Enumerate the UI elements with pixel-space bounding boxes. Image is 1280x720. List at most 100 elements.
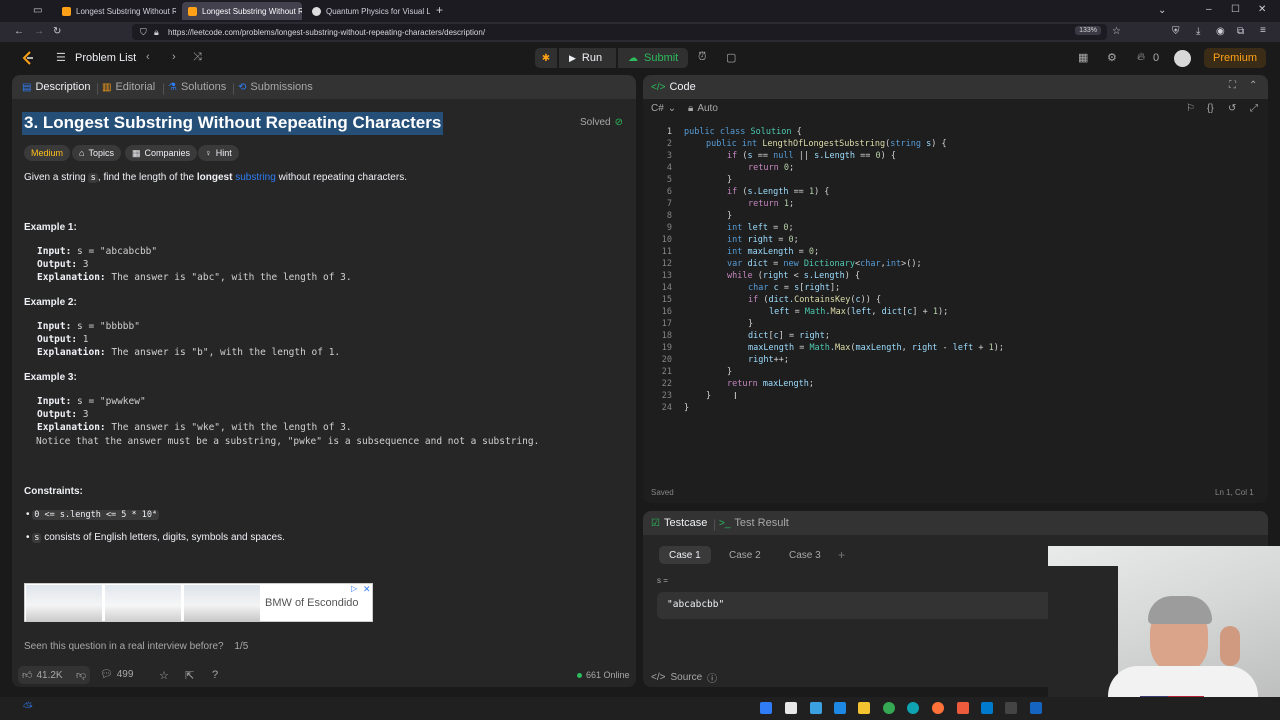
task-view-icon[interactable] (785, 702, 797, 714)
timer-icon[interactable]: ⏰︎ (698, 51, 707, 64)
app-icon[interactable] (957, 702, 969, 714)
download-icon[interactable]: ⤓ (1196, 27, 1200, 37)
example-output: Output: 3 (37, 259, 89, 270)
advertisement-banner[interactable]: BMW of Escondido ▷ ✕ (24, 583, 373, 622)
avatar[interactable] (1174, 50, 1191, 67)
maximize-panel-icon[interactable]: ⛶ (1229, 80, 1236, 91)
example-output: Output: 1 (37, 334, 89, 345)
vscode-icon[interactable] (981, 702, 993, 714)
minimize-icon[interactable]: – (1206, 5, 1212, 15)
code-line: } (748, 319, 754, 329)
menu-icon[interactable]: ≡ (1260, 26, 1266, 36)
bullet: • (26, 509, 30, 520)
account-icon[interactable]: ◉ (1216, 27, 1225, 37)
tab-description[interactable]: ▤ Description (22, 81, 90, 93)
new-tab-icon[interactable]: + (436, 4, 443, 16)
case-3-tab[interactable]: Case 3 (779, 546, 831, 564)
source-link[interactable]: </> Source ⓘ (651, 670, 717, 685)
pocket-icon[interactable]: ⛨ (1172, 27, 1180, 37)
file-explorer-icon[interactable] (858, 702, 870, 714)
app-icon[interactable] (1030, 702, 1042, 714)
tag-label: Hint (215, 148, 232, 158)
edge-icon[interactable] (907, 702, 919, 714)
bookmark-icon[interactable]: ⚐ (1186, 103, 1195, 114)
value: 3 (77, 409, 89, 420)
tab-editorial[interactable]: ▥ Editorial (102, 81, 155, 93)
language-select[interactable]: C# ⌄ (651, 103, 676, 114)
favorite-star-icon[interactable]: ☆ (159, 669, 169, 682)
next-problem-icon[interactable]: › (172, 51, 176, 63)
substring-link[interactable]: substring (235, 172, 276, 183)
store-icon[interactable] (810, 702, 822, 714)
app-icon[interactable] (1005, 702, 1017, 714)
tab-overview-icon[interactable]: ▭ (33, 6, 42, 16)
chrome-icon[interactable] (883, 702, 895, 714)
line-number: 22 (661, 379, 672, 389)
format-code-icon[interactable]: {} (1207, 103, 1214, 114)
submit-button[interactable]: ☁ Submit (618, 48, 688, 68)
debug-button[interactable]: ✱ (535, 48, 557, 68)
case-2-tab[interactable]: Case 2 (719, 546, 771, 564)
close-ad-icon[interactable]: ✕ (363, 584, 371, 595)
car-image (26, 585, 102, 622)
maximize-icon[interactable]: ☐ (1231, 5, 1240, 15)
forward-icon[interactable]: → (34, 27, 44, 37)
value: The answer is "wke", with the length of … (105, 422, 352, 433)
help-icon[interactable]: ? (212, 669, 218, 681)
firefox-icon[interactable] (932, 702, 944, 714)
comments-button[interactable]: 💬︎ 499 (100, 669, 133, 680)
difficulty-badge[interactable]: Medium (24, 145, 71, 161)
browser-tab-1[interactable]: Longest Substring Without Rep ✕ (56, 2, 176, 20)
thumbs-down-icon[interactable]: 👎︎ (76, 669, 86, 681)
windows-start-icon[interactable] (760, 702, 772, 714)
chevron-down-icon: ⌄ (667, 103, 677, 114)
zoom-badge[interactable]: 133% (1075, 26, 1101, 35)
code-line: right++; (748, 355, 789, 365)
leetcode-logo-icon[interactable] (22, 51, 35, 65)
companies-tag[interactable]: ▦ Companies (125, 145, 198, 161)
streak-fire-icon[interactable]: 🔥︎ (1137, 51, 1145, 64)
browser-tab-3[interactable]: Quantum Physics for Visual Lea ✕ (306, 2, 430, 20)
premium-button[interactable]: Premium (1204, 48, 1266, 68)
tab-list-chevron-icon[interactable]: ⌄ (1158, 6, 1166, 16)
hint-tag[interactable]: ♀ Hint (198, 145, 239, 161)
problem-list-link[interactable]: Problem List (75, 52, 136, 64)
like-button[interactable]: 👍︎ 41.2K (22, 669, 63, 682)
address-bar[interactable]: ⛉ 🔒︎ https://leetcode.com/problems/longe… (132, 24, 1107, 40)
prev-problem-icon[interactable]: ‹ (146, 51, 150, 63)
notes-icon[interactable]: ▢ (726, 51, 736, 64)
tab-submissions[interactable]: ⟲ Submissions (238, 81, 313, 93)
widgets-icon[interactable]: ⛅︎ (23, 700, 33, 715)
example-output: Output: 3 (37, 409, 89, 420)
random-problem-icon[interactable]: ⤨ (193, 51, 202, 64)
code-line: while (right < s.Length) { (727, 271, 861, 281)
code-tab[interactable]: </> Code (651, 81, 696, 93)
fullscreen-icon[interactable]: ⤢ (1250, 103, 1258, 114)
solved-label: Solved (580, 117, 611, 128)
settings-gear-icon[interactable]: ⚙ (1107, 51, 1117, 64)
windows-taskbar (0, 697, 1280, 720)
reload-icon[interactable]: ↻ (53, 27, 61, 37)
close-window-icon[interactable]: ✕ (1258, 5, 1266, 15)
add-case-icon[interactable]: + (838, 548, 845, 562)
adchoices-icon[interactable]: ▷ (351, 584, 357, 593)
case-1-tab[interactable]: Case 1 (659, 546, 711, 564)
browser-tab-2[interactable]: Longest Substring Without Rep ✕ (182, 2, 302, 20)
bookmark-star-icon[interactable]: ☆ (1112, 27, 1121, 37)
tab-solutions[interactable]: ⚗ Solutions (168, 81, 226, 93)
back-icon[interactable]: ← (14, 27, 24, 37)
share-icon[interactable]: ⇱ (185, 669, 194, 682)
test-result-tab[interactable]: >_ Test Result (719, 517, 789, 529)
testcase-input[interactable]: "abcabcbb" (657, 592, 1057, 619)
code-line: } (727, 367, 733, 377)
auto-mode-toggle[interactable]: 🔒︎ Auto (688, 103, 718, 114)
app-icon[interactable] (834, 702, 846, 714)
layout-icon[interactable]: ▦ (1078, 51, 1088, 64)
testcase-tab[interactable]: ☑ Testcase (651, 517, 707, 529)
reset-code-icon[interactable]: ↺ (1228, 103, 1236, 114)
collapse-panel-icon[interactable]: ⌃ (1249, 80, 1257, 91)
run-button[interactable]: ▶ Run (559, 48, 616, 68)
code-line: int right = 0; (727, 235, 799, 245)
topics-tag[interactable]: ⌂ Topics (72, 145, 121, 161)
extensions-icon[interactable]: ⧉ (1237, 27, 1244, 37)
